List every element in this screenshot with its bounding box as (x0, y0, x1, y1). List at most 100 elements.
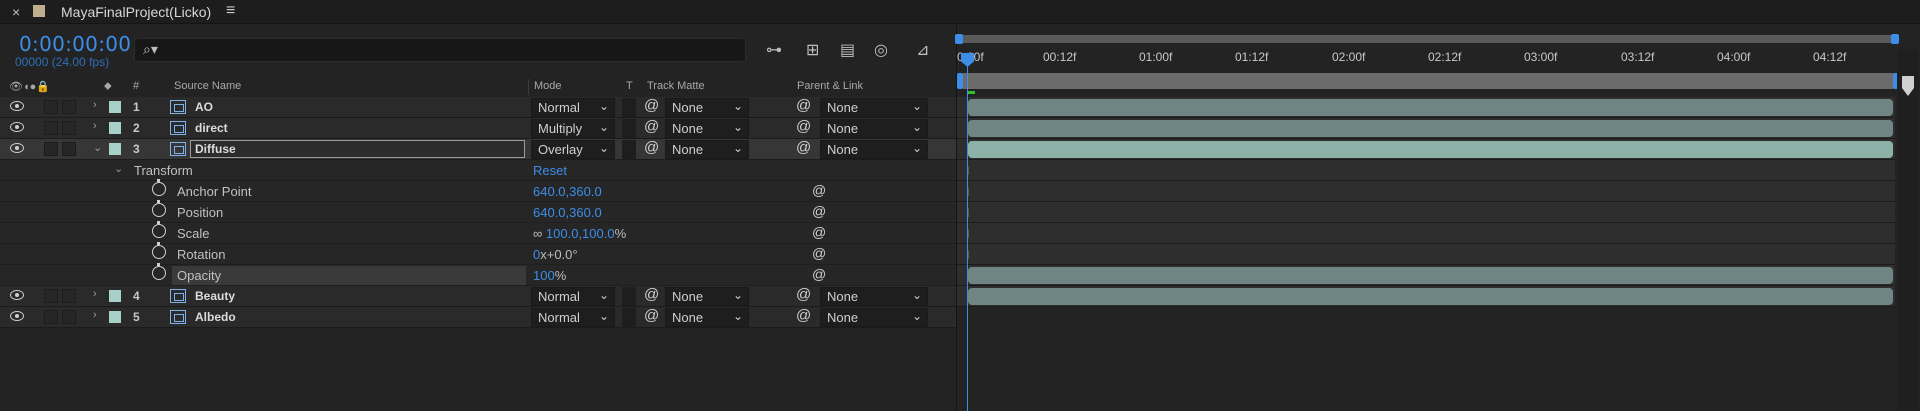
solo-switch[interactable] (62, 121, 76, 135)
property-row-rotation[interactable]: Rotation 0x+0.0° @ (0, 242, 956, 265)
property-value[interactable]: 100% (533, 268, 566, 283)
column-track-matte[interactable]: Track Matte (647, 80, 705, 92)
solo-switch[interactable] (62, 310, 76, 324)
flowchart-icon[interactable]: ⊶ (766, 40, 782, 60)
current-time-display[interactable]: 0:00:00:00 (19, 32, 131, 56)
property-value[interactable]: 640.0,360.0 (533, 205, 602, 220)
pickwhip-icon[interactable]: @ (812, 245, 826, 261)
stopwatch-icon[interactable] (152, 242, 166, 259)
pickwhip-icon[interactable]: @ (812, 203, 826, 219)
motion-blur-icon[interactable]: ◎ (874, 40, 888, 60)
layer-row-3[interactable]: ⌄ 3 Diffuse Overlay ⌄ @ None ⌄ @ None ⌄ (0, 139, 956, 160)
parent-pickwhip-icon[interactable]: @ (796, 118, 811, 135)
column-mode[interactable]: Mode (534, 80, 562, 92)
parent-dropdown[interactable]: None ⌄ (820, 308, 928, 327)
pickwhip-icon[interactable]: @ (812, 182, 826, 198)
property-value[interactable]: 640.0,360.0 (533, 184, 602, 199)
navigator-end-handle[interactable] (1891, 34, 1899, 44)
blend-mode-dropdown[interactable]: Overlay ⌄ (531, 140, 615, 159)
layer-name[interactable]: direct (195, 121, 228, 135)
parent-dropdown[interactable]: None ⌄ (820, 287, 928, 306)
pickwhip-icon[interactable]: @ (644, 97, 659, 114)
layer-row-4[interactable]: › 4 Beauty Normal ⌄ @ None ⌄ @ None ⌄ (0, 286, 956, 307)
eye-icon[interactable] (10, 143, 24, 153)
column-source-name[interactable]: Source Name (174, 80, 241, 92)
transform-group-row[interactable]: ⌄ Transform Reset (0, 160, 956, 181)
layer-label-swatch[interactable] (109, 122, 121, 134)
blend-mode-dropdown[interactable]: Normal ⌄ (531, 98, 615, 117)
eye-icon[interactable] (10, 122, 24, 132)
layer-label-swatch[interactable] (109, 290, 121, 302)
chevron-down-icon[interactable]: ⌄ (114, 162, 123, 175)
column-parent-link[interactable]: Parent & Link (797, 80, 863, 92)
time-navigator-bar[interactable] (957, 35, 1895, 43)
audio-switch[interactable] (44, 100, 58, 114)
layer-name-edit-field[interactable]: Diffuse (190, 140, 525, 158)
graph-editor-icon[interactable]: ⊿ (916, 40, 929, 60)
chevron-right-icon[interactable]: › (93, 120, 97, 132)
parent-dropdown[interactable]: None ⌄ (820, 98, 928, 117)
layer-row-5[interactable]: › 5 Albedo Normal ⌄ @ None ⌄ @ None ⌄ (0, 307, 956, 328)
track-matte-dropdown[interactable]: None ⌄ (665, 140, 749, 159)
track-matte-dropdown[interactable]: None ⌄ (665, 287, 749, 306)
property-row-position[interactable]: Position 640.0,360.0 @ (0, 200, 956, 223)
track-matte-dropdown[interactable]: None ⌄ (665, 308, 749, 327)
comp-tab-title[interactable]: MayaFinalProject(Licko) (61, 4, 211, 20)
layer-duration-bar[interactable] (968, 120, 1893, 137)
layer-duration-bar[interactable] (968, 267, 1893, 284)
search-input[interactable]: ⌕▾ (134, 38, 746, 62)
chevron-right-icon[interactable]: › (93, 288, 97, 300)
solo-switch[interactable] (62, 142, 76, 156)
hamburger-menu-icon[interactable]: ≡ (226, 2, 235, 20)
reset-link[interactable]: Reset (533, 163, 567, 178)
layer-row-1[interactable]: › 1 AO Normal ⌄ @ None ⌄ @ None ⌄ (0, 97, 956, 118)
chevron-down-icon[interactable]: ⌄ (93, 141, 102, 154)
property-row-opacity[interactable]: Opacity 100% @ (0, 263, 956, 286)
audio-switch[interactable] (44, 142, 58, 156)
preserve-transparency-toggle[interactable] (622, 308, 636, 327)
close-icon[interactable]: × (12, 4, 20, 20)
playhead-line[interactable] (967, 53, 968, 411)
parent-pickwhip-icon[interactable]: @ (796, 307, 811, 324)
pickwhip-icon[interactable]: @ (644, 118, 659, 135)
eye-icon[interactable] (10, 290, 24, 300)
parent-pickwhip-icon[interactable]: @ (796, 286, 811, 303)
parent-dropdown[interactable]: None ⌄ (820, 140, 928, 159)
audio-switch[interactable] (44, 121, 58, 135)
blend-mode-dropdown[interactable]: Normal ⌄ (531, 287, 615, 306)
layer-label-swatch[interactable] (109, 101, 121, 113)
stopwatch-icon[interactable] (152, 200, 166, 217)
eye-icon[interactable] (10, 101, 24, 111)
preserve-transparency-toggle[interactable] (622, 140, 636, 159)
stopwatch-icon[interactable] (152, 263, 166, 280)
layer-name[interactable]: AO (195, 100, 213, 114)
layer-label-swatch[interactable] (109, 311, 121, 323)
solo-switch[interactable] (62, 100, 76, 114)
property-value[interactable]: ∞ 100.0,100.0% (533, 226, 626, 241)
chevron-right-icon[interactable]: › (93, 99, 97, 111)
preserve-transparency-toggle[interactable] (622, 287, 636, 306)
pickwhip-icon[interactable]: @ (644, 307, 659, 324)
layer-row-2[interactable]: › 2 direct Multiply ⌄ @ None ⌄ @ None ⌄ (0, 118, 956, 139)
property-value[interactable]: 0x+0.0° (533, 247, 578, 262)
constrain-proportions-icon[interactable]: ∞ (533, 226, 546, 241)
layer-name[interactable]: Beauty (195, 289, 235, 303)
audio-switch[interactable] (44, 289, 58, 303)
blend-mode-dropdown[interactable]: Normal ⌄ (531, 308, 615, 327)
layer-label-swatch[interactable] (109, 143, 121, 155)
layer-name[interactable]: Albedo (195, 310, 236, 324)
track-matte-dropdown[interactable]: None ⌄ (665, 119, 749, 138)
property-row-anchor-point[interactable]: Anchor Point 640.0,360.0 @ (0, 179, 956, 202)
track-matte-dropdown[interactable]: None ⌄ (665, 98, 749, 117)
pickwhip-icon[interactable]: @ (812, 224, 826, 240)
pickwhip-icon[interactable]: @ (812, 266, 826, 282)
preserve-transparency-toggle[interactable] (622, 98, 636, 117)
stopwatch-icon[interactable] (152, 221, 166, 238)
chevron-right-icon[interactable]: › (93, 309, 97, 321)
property-row-scale[interactable]: Scale ∞ 100.0,100.0% @ (0, 221, 956, 244)
layer-duration-bar[interactable] (968, 288, 1893, 305)
frame-blending-icon[interactable]: ▤ (840, 40, 855, 60)
work-area-start-handle[interactable] (957, 73, 963, 89)
audio-switch[interactable] (44, 310, 58, 324)
parent-pickwhip-icon[interactable]: @ (796, 97, 811, 114)
